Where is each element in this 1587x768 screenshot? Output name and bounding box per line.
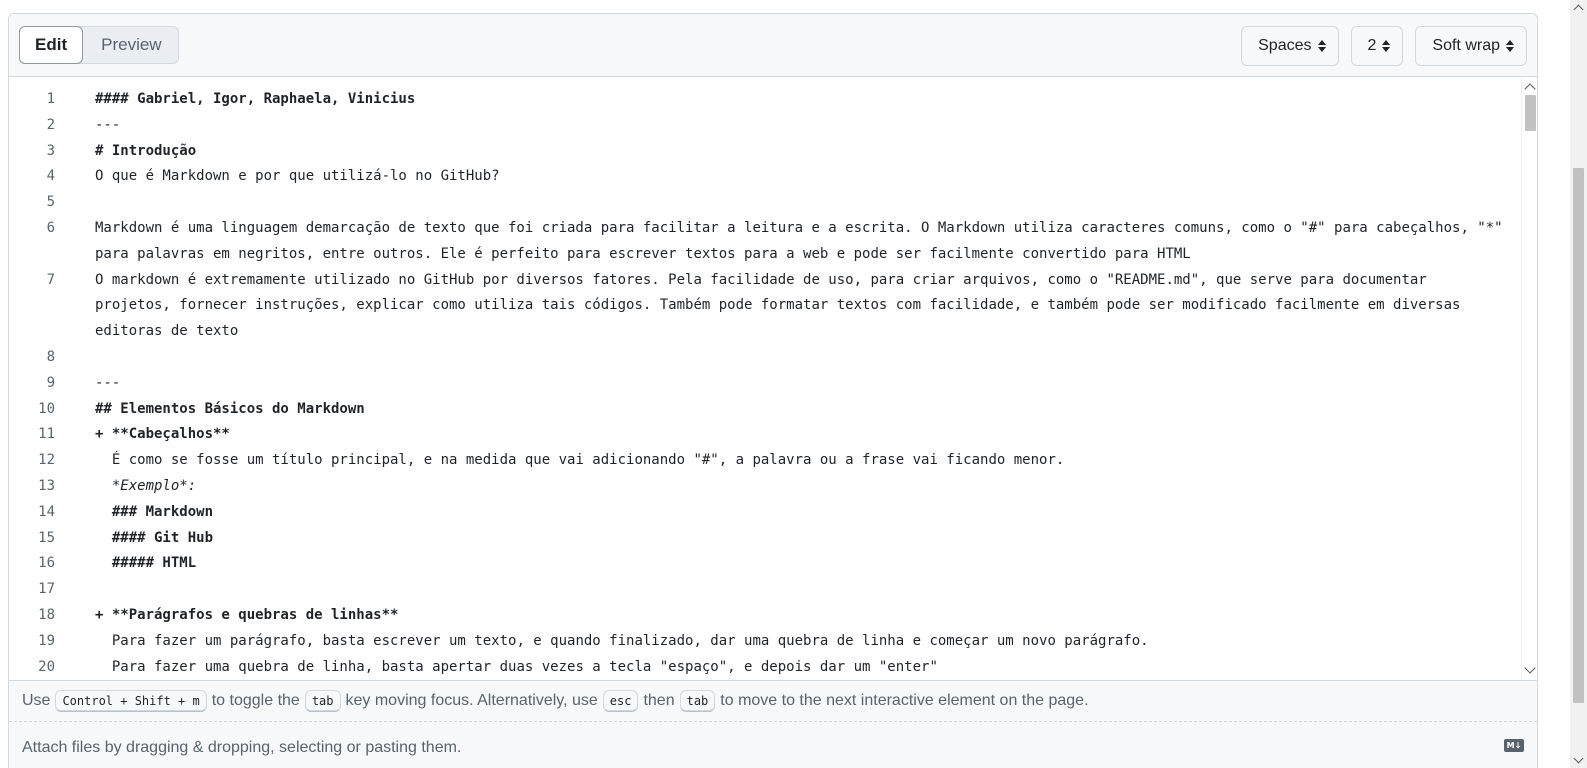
- wrap-mode-label: Soft wrap: [1432, 37, 1500, 54]
- code-line: 14 ### Markdown: [9, 500, 1514, 526]
- line-number: 1: [46, 91, 55, 107]
- attach-text: Attach files by dragging & dropping, sel…: [22, 739, 462, 756]
- sort-icon: [1317, 40, 1326, 52]
- code-line: 19 Para fazer um parágrafo, basta escrev…: [9, 629, 1514, 655]
- indent-size-label: 2: [1367, 37, 1377, 54]
- line-number: 16: [38, 555, 55, 572]
- line-content: É como se fosse um título principal, e n…: [95, 452, 1065, 469]
- line-number: 8: [46, 348, 55, 365]
- indent-mode-select[interactable]: Spaces: [1241, 26, 1339, 66]
- kbd-esc: esc: [602, 690, 639, 712]
- code-line: 20 Para fazer uma quebra de linha, basta…: [9, 655, 1514, 680]
- help-text: to move to the next interactive element …: [720, 692, 1089, 709]
- line-number: 7: [46, 271, 55, 288]
- help-text: key moving focus. Alternatively, use: [345, 692, 598, 709]
- page-scrollbar[interactable]: [1570, 0, 1587, 768]
- editor-tabs: Edit Preview: [19, 26, 179, 64]
- code-line: 9 ---: [9, 371, 1514, 397]
- line-number: 18: [38, 606, 55, 623]
- line-content: O que é Markdown e por que utilizá-lo no…: [95, 168, 500, 185]
- page-scroll-up-icon[interactable]: [1573, 4, 1584, 15]
- code-line: 13 *Exemplo*:: [9, 474, 1514, 500]
- line-number: 14: [38, 503, 55, 520]
- code-line: 1 #### Gabriel, Igor, Raphaela, Vinicius: [9, 87, 1514, 113]
- line-number: 17: [38, 581, 55, 598]
- line-content: [95, 345, 1505, 371]
- code-line: 4 O que é Markdown e por que utilizá-lo n…: [9, 164, 1514, 190]
- help-text: then: [643, 692, 675, 709]
- line-content: ## Elementos Básicos do Markdown: [95, 400, 365, 417]
- line-content: #### Git Hub: [95, 529, 214, 546]
- code-line: 15 #### Git Hub: [9, 526, 1514, 552]
- line-content: ---: [95, 116, 121, 133]
- line-content: [95, 190, 1505, 216]
- line-content: [95, 577, 1505, 603]
- code-line: 12 É como se fosse um título principal, …: [9, 448, 1514, 474]
- code-editor[interactable]: 1 #### Gabriel, Igor, Raphaela, Vinicius 2…: [9, 77, 1537, 680]
- line-content: ##### HTML: [95, 555, 197, 572]
- markdown-editor: Edit Preview Spaces 2 Soft wrap 1 #### Ga…: [8, 13, 1538, 768]
- code-line: 11 + **Cabeçalhos**: [9, 422, 1514, 448]
- line-number: 20: [38, 658, 55, 675]
- line-number: 15: [38, 529, 55, 546]
- line-number: 6: [46, 219, 55, 236]
- indent-size-select[interactable]: 2: [1350, 26, 1404, 66]
- attach-files-bar[interactable]: Attach files by dragging & dropping, sel…: [9, 722, 1537, 768]
- line-number: 12: [38, 452, 55, 469]
- line-number: 10: [38, 400, 55, 417]
- editor-header: Edit Preview Spaces 2 Soft wrap: [9, 14, 1537, 77]
- keyboard-help-bar: Use Control + Shift + m to toggle the ta…: [9, 680, 1537, 722]
- scroll-up-icon[interactable]: [1524, 83, 1536, 95]
- line-number: 11: [38, 426, 55, 443]
- markdown-icon[interactable]: M↓: [1504, 739, 1524, 752]
- line-content: # Introdução: [95, 142, 197, 159]
- line-number: 13: [38, 477, 55, 494]
- editor-controls: Spaces 2 Soft wrap: [1241, 26, 1527, 66]
- indent-mode-label: Spaces: [1258, 37, 1312, 54]
- kbd-shortcut: Control + Shift + m: [55, 690, 207, 712]
- help-text: to toggle the: [211, 692, 300, 709]
- code-line: 5: [9, 190, 1514, 216]
- help-text: Use: [22, 692, 51, 709]
- page-scroll-thumb[interactable]: [1573, 168, 1584, 703]
- scroll-down-icon[interactable]: [1524, 662, 1536, 674]
- line-number: 4: [46, 168, 55, 185]
- line-number: 5: [46, 194, 55, 211]
- code-line: 3 # Introdução: [9, 139, 1514, 165]
- page-scroll-down-icon[interactable]: [1573, 753, 1584, 764]
- line-content: ---: [95, 374, 121, 391]
- line-content: #### Gabriel, Igor, Raphaela, Vinicius: [95, 91, 416, 107]
- tab-edit[interactable]: Edit: [19, 26, 84, 64]
- editor-scrollbar[interactable]: [1521, 77, 1537, 680]
- line-number: 2: [46, 116, 55, 133]
- line-content: Para fazer um parágrafo, basta escrever …: [95, 632, 1149, 649]
- line-content: Markdown é uma linguagem demarcação de t…: [95, 219, 1512, 262]
- line-number: 9: [46, 374, 55, 391]
- line-content: Para fazer uma quebra de linha, basta ap…: [95, 658, 938, 675]
- code-line: 18 + **Parágrafos e quebras de linhas**: [9, 603, 1514, 629]
- sort-icon: [1382, 40, 1391, 52]
- line-content: *Exemplo*:: [95, 477, 197, 494]
- sort-icon: [1506, 40, 1514, 52]
- line-content: ### Markdown: [95, 503, 214, 520]
- code-lines: 1 #### Gabriel, Igor, Raphaela, Vinicius 2…: [9, 87, 1514, 680]
- code-line: 17: [9, 577, 1514, 603]
- code-line: 6 Markdown é uma linguagem demarcação de …: [9, 216, 1514, 268]
- wrap-mode-select[interactable]: Soft wrap: [1415, 26, 1527, 66]
- line-number: 3: [46, 142, 55, 159]
- code-line: 7 O markdown é extremamente utilizado no …: [9, 268, 1514, 345]
- kbd-tab: tab: [679, 690, 716, 712]
- code-line: 8: [9, 345, 1514, 371]
- code-line: 16 ##### HTML: [9, 551, 1514, 577]
- line-content: + **Cabeçalhos**: [95, 426, 230, 443]
- line-content: + **Parágrafos e quebras de linhas**: [95, 606, 399, 623]
- line-content: O markdown é extremamente utilizado no G…: [95, 271, 1469, 340]
- scroll-thumb[interactable]: [1525, 95, 1536, 131]
- tab-preview[interactable]: Preview: [82, 27, 177, 63]
- line-number: 19: [38, 632, 55, 649]
- code-line: 2 ---: [9, 113, 1514, 139]
- code-line: 10 ## Elementos Básicos do Markdown: [9, 397, 1514, 423]
- kbd-tab: tab: [304, 690, 341, 712]
